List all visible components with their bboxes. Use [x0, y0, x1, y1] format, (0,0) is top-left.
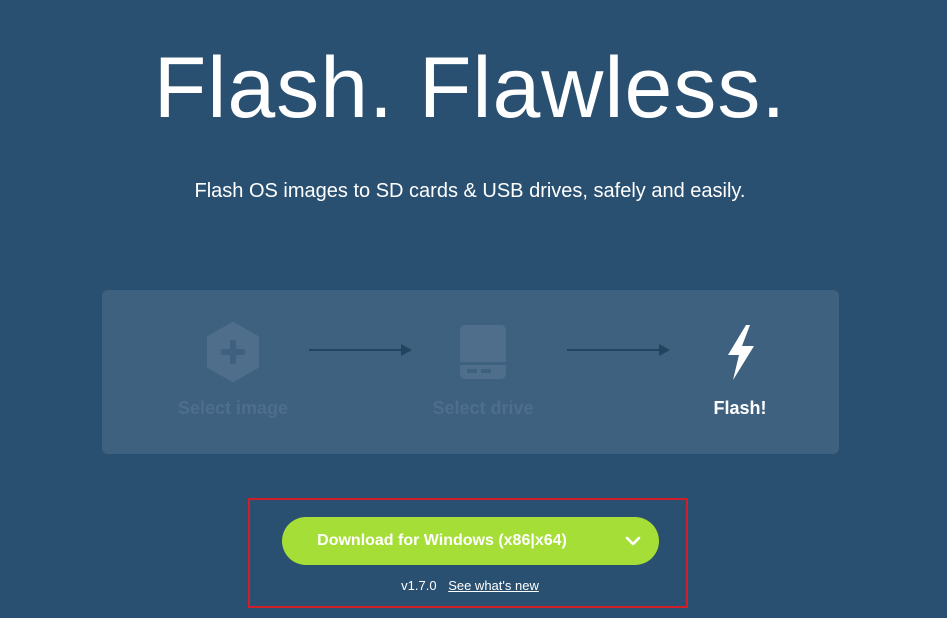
step-select-image-label: Select image	[177, 398, 289, 418]
version-row: v1.7.0 See what's new	[0, 576, 940, 596]
drive-icon	[460, 325, 506, 379]
steps-panel: Select image Select drive Flash!	[102, 290, 839, 454]
lightning-bolt-icon	[728, 325, 754, 380]
version-label: v1.7.0	[401, 578, 437, 593]
step-flash-label: Flash!	[713, 398, 767, 418]
step-select-drive-label: Select drive	[432, 398, 534, 418]
chevron-down-icon[interactable]	[621, 529, 645, 553]
download-button-label: Download for Windows (x86|x64)	[317, 532, 567, 549]
step-select-image[interactable]: Select image	[133, 290, 333, 454]
hero-subtitle: Flash OS images to SD cards & USB drives…	[194, 180, 746, 202]
hero-title: Flash. Flawless.	[153, 40, 787, 136]
step-flash[interactable]: Flash!	[640, 290, 840, 454]
step-select-drive[interactable]: Select drive	[383, 290, 583, 454]
plus-hexagon-icon	[207, 322, 259, 382]
download-windows-button[interactable]: Download for Windows (x86|x64)	[282, 517, 659, 565]
whats-new-link[interactable]: See what's new	[448, 578, 539, 593]
